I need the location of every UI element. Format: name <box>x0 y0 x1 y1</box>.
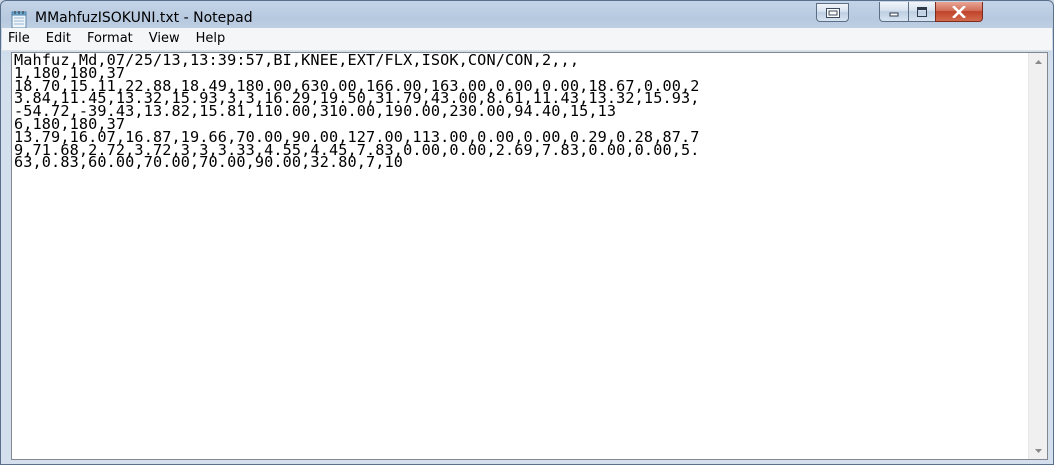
scroll-down-arrow-icon <box>1034 448 1042 453</box>
window-thumbnail-icon <box>825 7 840 18</box>
window-thumbnail-button[interactable] <box>816 3 849 22</box>
menu-help[interactable]: Help <box>188 29 234 49</box>
menu-format[interactable]: Format <box>79 29 141 49</box>
minimize-button[interactable] <box>879 2 909 22</box>
scroll-up-arrow-icon <box>1034 59 1042 64</box>
scroll-down-button[interactable] <box>1029 442 1047 459</box>
scroll-up-button[interactable] <box>1029 53 1047 70</box>
text-editor[interactable]: Mahfuz,Md,07/25/13,13:39:57,BI,KNEE,EXT/… <box>11 52 1048 460</box>
menu-view[interactable]: View <box>141 29 188 49</box>
menu-edit[interactable]: Edit <box>38 29 79 49</box>
menu-file[interactable]: File <box>2 29 38 49</box>
window-title: MMahfuzISOKUNI.txt - Notepad <box>35 10 253 26</box>
close-icon <box>952 5 966 18</box>
minimize-icon <box>889 12 899 16</box>
close-button[interactable] <box>935 2 983 22</box>
maximize-button[interactable] <box>908 2 936 22</box>
editor-text-content[interactable]: Mahfuz,Md,07/25/13,13:39:57,BI,KNEE,EXT/… <box>12 53 1027 459</box>
maximize-icon <box>917 6 927 17</box>
notepad-window: MMahfuzISOKUNI.txt - Notepad File Edit F… <box>0 0 1054 465</box>
vertical-scrollbar[interactable] <box>1028 53 1047 459</box>
menu-bar: File Edit Format View Help <box>2 28 1052 51</box>
notepad-icon <box>11 11 27 29</box>
